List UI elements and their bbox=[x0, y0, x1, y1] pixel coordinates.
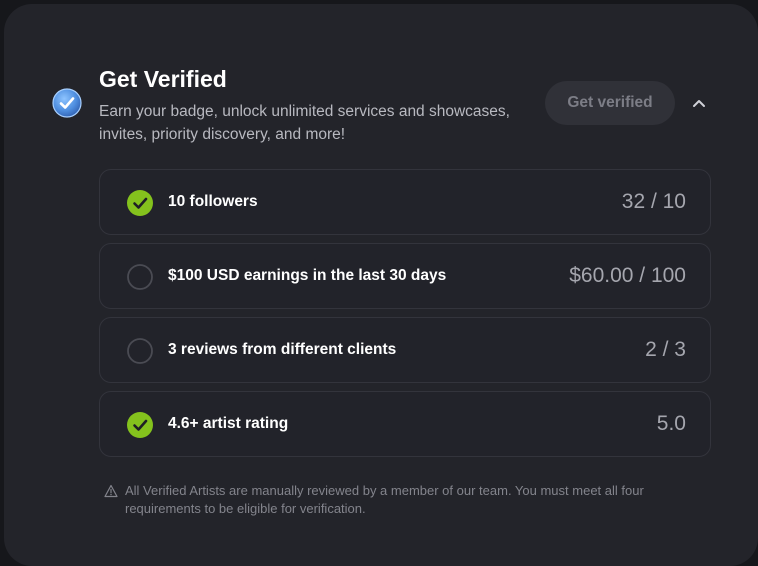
empty-circle-icon bbox=[127, 264, 153, 290]
card-header: Get Verified Earn your badge, unlock unl… bbox=[52, 64, 732, 154]
check-circle-icon bbox=[127, 412, 153, 438]
requirement-label: 4.6+ artist rating bbox=[168, 415, 289, 432]
requirement-progress: 5.0 bbox=[656, 412, 686, 435]
card-title: Get Verified bbox=[99, 66, 227, 92]
verified-badge-icon bbox=[52, 88, 82, 118]
verification-card: Get Verified Earn your badge, unlock unl… bbox=[4, 4, 758, 566]
note-text: All Verified Artists are manually review… bbox=[125, 483, 644, 516]
requirement-progress: 2 / 3 bbox=[645, 338, 686, 361]
requirement-row: 10 followers 32 / 10 bbox=[99, 169, 711, 235]
empty-circle-icon bbox=[127, 338, 153, 364]
card-subtitle: Earn your badge, unlock unlimited servic… bbox=[99, 103, 510, 143]
chevron-up-icon[interactable] bbox=[689, 93, 709, 113]
requirement-label: 3 reviews from different clients bbox=[168, 341, 397, 358]
requirement-progress: $60.00 / 100 bbox=[569, 264, 686, 287]
requirements-list: 10 followers 32 / 10 $100 USD earnings in … bbox=[99, 169, 711, 465]
requirement-label: 10 followers bbox=[168, 193, 258, 210]
requirement-progress: 32 / 10 bbox=[621, 190, 686, 213]
requirement-label: $100 USD earnings in the last 30 days bbox=[168, 267, 447, 284]
check-circle-icon bbox=[127, 190, 153, 216]
requirement-row: 4.6+ artist rating 5.0 bbox=[99, 391, 711, 457]
requirement-row: 3 reviews from different clients 2 / 3 bbox=[99, 317, 711, 383]
requirement-row: $100 USD earnings in the last 30 days $60… bbox=[99, 243, 711, 309]
warning-triangle-icon bbox=[104, 484, 118, 498]
get-verified-button[interactable]: Get verified bbox=[545, 81, 675, 125]
